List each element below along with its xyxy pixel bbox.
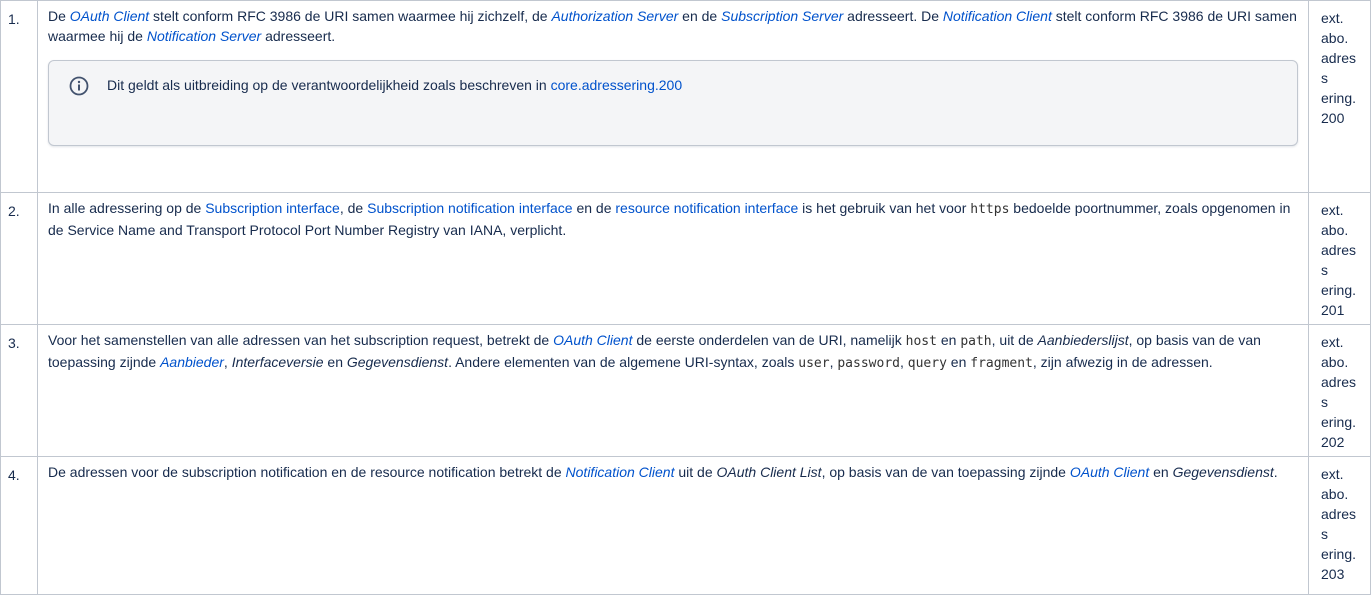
table-row: 2. In alle adressering op de Subscriptio… (0, 192, 1371, 325)
link-oauth-client[interactable]: OAuth Client (70, 8, 149, 24)
table-row: 3. Voor het samenstellen van alle adress… (0, 324, 1371, 457)
link-notification-server[interactable]: Notification Server (147, 28, 261, 44)
link-resource-notification-interface[interactable]: resource notification interface (615, 200, 798, 216)
code-https: https (970, 202, 1010, 217)
link-subscription-notification-interface[interactable]: Subscription notification interface (367, 200, 572, 216)
requirement-paragraph: De OAuth Client stelt conform RFC 3986 d… (48, 8, 1297, 44)
table-row: 1. De OAuth Client stelt conform RFC 398… (0, 0, 1371, 193)
term-gegevensdienst: Gegevensdienst (1172, 464, 1274, 480)
link-notification-client[interactable]: Notification Client (943, 8, 1052, 24)
link-oauth-client[interactable]: OAuth Client (1070, 464, 1149, 480)
code-query: query (907, 356, 947, 371)
row-number: 1. (0, 0, 38, 193)
requirement-text: In alle adressering op de Subscription i… (37, 192, 1309, 325)
code-host: host (905, 334, 937, 349)
row-number: 4. (0, 456, 38, 595)
code-user: user (798, 356, 830, 371)
link-subscription-server[interactable]: Subscription Server (721, 8, 843, 24)
link-notification-client[interactable]: Notification Client (566, 464, 675, 480)
term-interfaceversie: Interfaceversie (231, 354, 324, 370)
code-password: password (837, 356, 900, 371)
requirements-table: 1. De OAuth Client stelt conform RFC 398… (0, 0, 1371, 595)
info-panel: Dit geldt als uitbreiding op de verantwo… (48, 60, 1298, 146)
requirement-paragraph: In alle adressering op de Subscription i… (48, 200, 1291, 238)
requirement-text: De OAuth Client stelt conform RFC 3986 d… (37, 0, 1309, 193)
requirement-id: ext. abo. adress ering. 203 (1308, 456, 1371, 595)
term-oauth-client-list: OAuth Client List (716, 464, 822, 480)
requirement-paragraph: Voor het samenstellen van alle adressen … (48, 332, 1261, 371)
requirement-id: ext. abo. adress ering. 202 (1308, 324, 1371, 457)
table-row: 4. De adressen voor de subscription noti… (0, 456, 1371, 595)
link-subscription-interface[interactable]: Subscription interface (205, 200, 340, 216)
link-aanbieder[interactable]: Aanbieder (160, 354, 224, 370)
requirement-id: ext. abo. adress ering. 200 (1308, 0, 1371, 193)
requirement-paragraph: De adressen voor de subscription notific… (48, 464, 1278, 480)
requirement-id: ext. abo. adress ering. 201 (1308, 192, 1371, 325)
code-fragment: fragment (970, 356, 1033, 371)
link-core-adressering-200[interactable]: core.adressering.200 (551, 77, 683, 93)
link-oauth-client[interactable]: OAuth Client (553, 332, 632, 348)
row-number: 3. (0, 324, 38, 457)
link-authorization-server[interactable]: Authorization Server (551, 8, 678, 24)
row-number: 2. (0, 192, 38, 325)
requirement-text: Voor het samenstellen van alle adressen … (37, 324, 1309, 457)
info-panel-text: Dit geldt als uitbreiding op de verantwo… (107, 77, 683, 93)
requirement-text: De adressen voor de subscription notific… (37, 456, 1309, 595)
term-gegevensdienst: Gegevensdienst (346, 354, 449, 370)
code-path: path (960, 334, 992, 349)
info-circle-icon (69, 76, 89, 96)
term-aanbiederslijst: Aanbiederslijst (1037, 332, 1129, 348)
